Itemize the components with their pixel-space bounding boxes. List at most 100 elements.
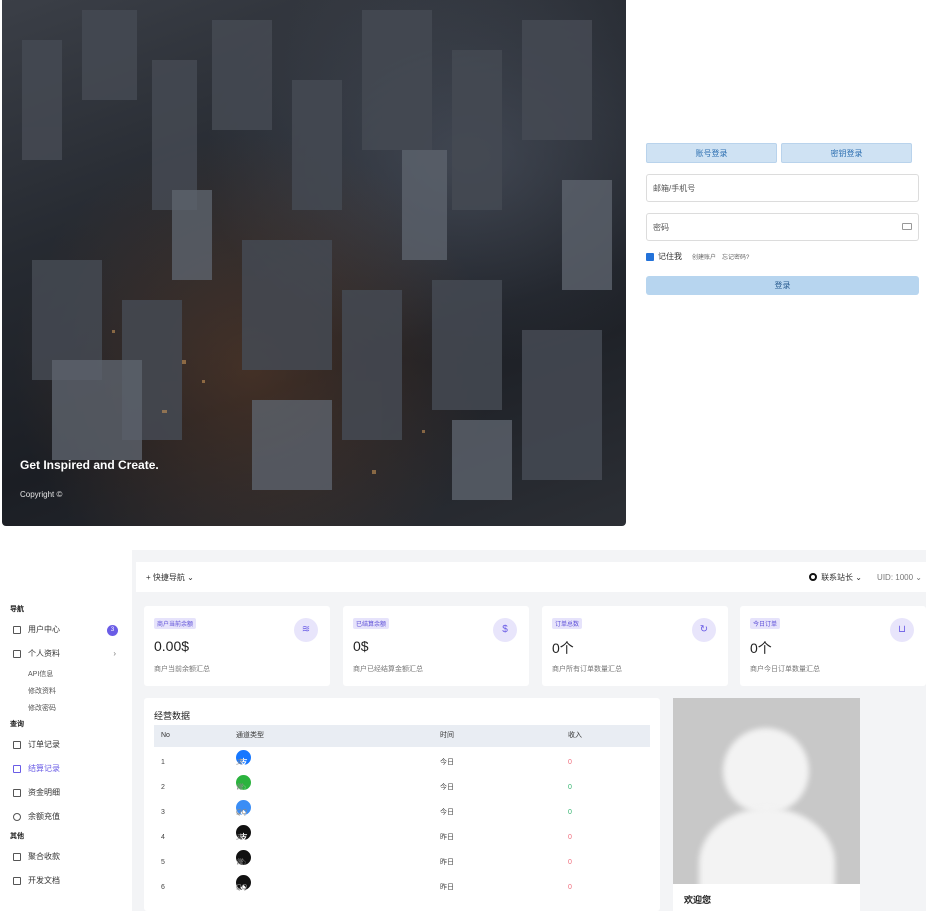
refresh-icon: ↻ (692, 618, 716, 642)
row-no: 2 (161, 784, 165, 791)
calendar-icon (13, 877, 21, 885)
table-row: 2 ◌微信 今日 0 (154, 775, 650, 816)
contact-label: 联系站长 ⌄ (821, 572, 862, 582)
stat-desc: 商户所有订单数量汇总 (552, 666, 622, 673)
sidebar-item-label: 用户中心 (28, 625, 60, 634)
channel-name: QQ (236, 884, 247, 891)
row-income: 0 (568, 784, 572, 791)
forgot-password-link[interactable]: 忘记密码? (722, 252, 749, 261)
header-no: No (161, 732, 170, 739)
remember-checkbox[interactable] (646, 252, 654, 261)
row-no: 1 (161, 759, 165, 766)
stat-desc: 商户已经结算金额汇总 (353, 666, 423, 673)
sidebar-item-label: 资金明细 (28, 788, 60, 797)
table-row: 3 ◆ QQ 今日 0 (154, 800, 650, 825)
username-input[interactable]: 邮箱/手机号 (646, 174, 919, 202)
sidebar-item-aggregate[interactable]: 聚合收款 (0, 845, 132, 869)
sidebar: 导航 用户中心 3 个人资料 › API信息 修改资料 修改密码 查询 订单记录… (0, 550, 132, 911)
sidebar-sub-change-password[interactable]: 修改密码 (0, 700, 132, 717)
password-placeholder: 密码 (653, 222, 669, 232)
table-row: 5 ◌微信 昨日 0 (154, 850, 650, 891)
sidebar-sub-api-info[interactable]: API信息 (0, 666, 132, 683)
sidebar-item-profile[interactable]: 个人资料 › (0, 642, 132, 666)
contact-admin-button[interactable]: 联系站长 ⌄ (809, 572, 862, 583)
sidebar-item-label: 开发文档 (28, 876, 60, 885)
business-title: 经营数据 (154, 711, 191, 721)
row-no: 6 (161, 884, 165, 891)
stat-desc: 商户今日订单数量汇总 (750, 666, 820, 673)
login-tabs: 账号登录 密钥登录 (646, 143, 912, 163)
document-icon (13, 741, 21, 749)
row-time: 昨日 (440, 859, 454, 866)
stat-desc: 商户当前余额汇总 (154, 666, 210, 673)
chevron-right-icon: › (113, 649, 116, 658)
channel-name: QQ (236, 809, 247, 816)
hero-city-image: Get Inspired and Create. Copyright © (2, 0, 626, 526)
sidebar-section-query: 查询 (10, 721, 24, 728)
row-no: 3 (161, 809, 165, 816)
tab-key-login[interactable]: 密钥登录 (781, 143, 912, 163)
sidebar-item-settlements[interactable]: 结算记录 (0, 757, 132, 781)
table-header: No 通道类型 时间 收入 (154, 725, 650, 747)
sidebar-section-other: 其他 (10, 833, 24, 840)
sidebar-item-orders[interactable]: 订单记录 (0, 733, 132, 757)
profile-card: 欢迎您 (673, 698, 860, 911)
home-icon (13, 626, 21, 634)
stat-card-balance: 商户当前余额 0.00$ 商户当前余额汇总 ≋ (144, 606, 330, 686)
login-panel: 账号登录 密钥登录 邮箱/手机号 密码 记住我 创建账户 忘记密码? 登录 (646, 0, 920, 526)
password-input[interactable]: 密码 (646, 213, 919, 241)
stat-value: 0$ (353, 638, 369, 654)
user-center-badge: 3 (107, 625, 118, 636)
header-channel: 通道类型 (236, 732, 264, 739)
sidebar-section-nav: 导航 (10, 606, 24, 613)
sidebar-item-docs[interactable]: 开发文档 (0, 869, 132, 893)
stat-value: 0个 (750, 640, 772, 656)
sidebar-item-label: 订单记录 (28, 740, 60, 749)
login-button[interactable]: 登录 (646, 276, 919, 295)
stat-value: 0.00$ (154, 638, 190, 654)
stat-tag: 商户当前余额 (154, 618, 197, 629)
sidebar-sub-edit-profile[interactable]: 修改资料 (0, 683, 132, 700)
top-bar: + 快捷导航 ⌄ 联系站长 ⌄ UID: 1000 ⌄ (136, 562, 926, 592)
row-no: 4 (161, 834, 165, 841)
sidebar-item-user-center[interactable]: 用户中心 3 (0, 618, 132, 642)
stat-value: 0个 (552, 640, 574, 656)
table-row: 1 支支付宝 今日 0 (154, 750, 650, 816)
row-income: 0 (568, 759, 572, 766)
basket-icon: ⊔ (890, 618, 914, 642)
calendar-icon (13, 765, 21, 773)
create-account-link[interactable]: 创建账户 (692, 252, 716, 261)
sidebar-item-label: 结算记录 (28, 764, 60, 773)
sidebar-item-recharge[interactable]: 余额充值 (0, 805, 132, 829)
stat-card-settled: 已结算余额 0$ 商户已经结算金额汇总 $ (343, 606, 529, 686)
sidebar-item-label: 余额充值 (28, 812, 60, 821)
coin-icon: $ (493, 618, 517, 642)
stat-card-today-orders: 今日订单 0个 商户今日订单数量汇总 ⊔ (740, 606, 926, 686)
row-income: 0 (568, 834, 572, 841)
table-row: 4 支支付宝 昨日 0 (154, 825, 650, 891)
table-row: 6 ◆ QQ 昨日 0 (154, 875, 650, 900)
row-time: 昨日 (440, 884, 454, 891)
hero-title: Get Inspired and Create. (20, 458, 159, 472)
welcome-text: 欢迎您 (684, 895, 712, 905)
circle-icon (809, 573, 818, 581)
stat-tag: 已结算余额 (353, 618, 390, 629)
quick-nav-button[interactable]: + 快捷导航 ⌄ (146, 572, 194, 583)
remember-label: 记住我 (658, 252, 682, 261)
stat-card-orders: 订单总数 0个 商户所有订单数量汇总 ↻ (542, 606, 728, 686)
sidebar-item-funds[interactable]: 资金明细 (0, 781, 132, 805)
row-time: 今日 (440, 809, 454, 816)
sidebar-item-label: 个人资料 (28, 649, 60, 658)
stat-tag: 今日订单 (750, 618, 781, 629)
layers-icon: ≋ (294, 618, 318, 642)
avatar (673, 698, 860, 884)
tab-account-login[interactable]: 账号登录 (646, 143, 777, 163)
header-income: 收入 (568, 732, 582, 739)
keyboard-icon[interactable] (902, 223, 912, 230)
stat-tag: 订单总数 (552, 618, 583, 629)
hero-copyright: Copyright © (20, 490, 63, 499)
sidebar-item-label: 聚合收款 (28, 852, 60, 861)
header-time: 时间 (440, 732, 454, 739)
row-time: 今日 (440, 759, 454, 766)
uid-dropdown[interactable]: UID: 1000 ⌄ (877, 573, 922, 582)
